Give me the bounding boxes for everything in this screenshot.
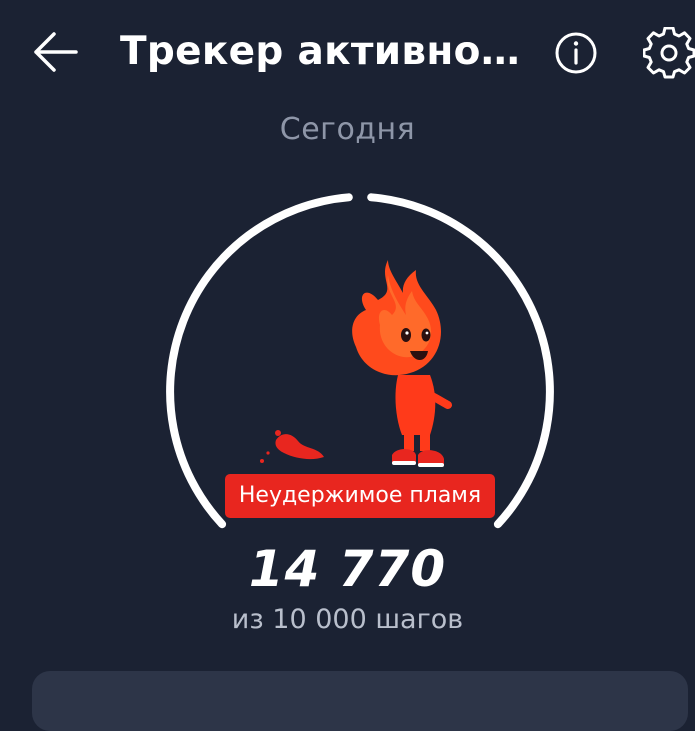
arrow-left-icon (34, 32, 78, 72)
level-badge: Неудержимое пламя (225, 474, 495, 518)
info-button[interactable] (553, 30, 599, 76)
flame-mascot-icon (260, 260, 452, 467)
stats-card[interactable] (32, 671, 688, 731)
page-title: Трекер активнос... (120, 29, 530, 74)
info-icon (555, 32, 597, 74)
settings-button[interactable] (643, 27, 695, 79)
back-button[interactable] (30, 30, 80, 74)
top-bar: Трекер активнос... (0, 0, 695, 105)
gear-icon (643, 27, 695, 79)
step-goal: из 10 000 шагов (231, 604, 464, 635)
step-count: 14 770 (248, 540, 447, 598)
period-label: Сегодня (279, 112, 416, 147)
